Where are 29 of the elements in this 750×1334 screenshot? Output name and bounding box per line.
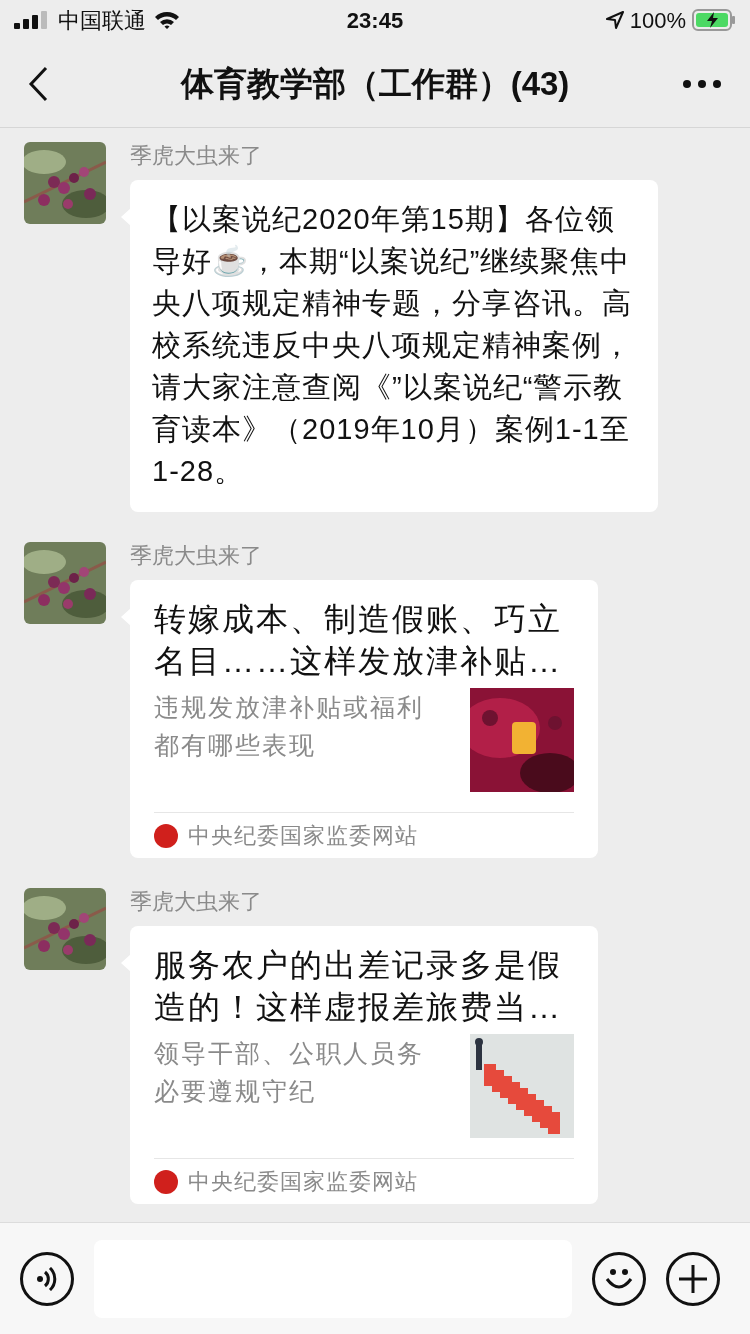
source-name: 中央纪委国家监委网站 [188, 1168, 418, 1196]
source-name: 中央纪委国家监委网站 [188, 822, 418, 850]
plus-icon [679, 1264, 707, 1293]
card-title: 服务农户的出差记录多是假造的！这样虚报差旅费当… [154, 946, 563, 1027]
emoji-button[interactable] [592, 1251, 646, 1306]
link-card[interactable]: 转嫁成本、制造假账、巧立名目……这样发放津补贴… 违规发放津补贴或福利都有哪些表现 中央纪委国家监委网站 [130, 580, 598, 858]
card-title: 转嫁成本、制造假账、巧立名目……这样发放津补贴… [154, 600, 563, 681]
sender-name: 季虎大虫来了 [130, 542, 262, 570]
add-button[interactable] [666, 1251, 720, 1306]
card-description: 领导干部、公职人员务必要遵规守纪 [154, 1038, 425, 1107]
battery-charging-icon [692, 9, 736, 31]
chat-title: 体育教学部（工作群）(43) [180, 63, 570, 104]
card-description: 违规发放津补贴或福利都有哪些表现 [154, 692, 425, 761]
back-icon [28, 65, 48, 102]
carrier-name: 中国联通 [58, 6, 146, 35]
voice-button[interactable] [20, 1251, 74, 1306]
wifi-icon [154, 10, 180, 30]
source-logo-icon [154, 1169, 178, 1194]
link-card[interactable]: 服务农户的出差记录多是假造的！这样虚报差旅费当… 领导干部、公职人员务必要遵规守纪 中央纪委国家监委网站 [130, 926, 598, 1204]
more-icon [683, 79, 721, 88]
source-logo-icon [154, 823, 178, 848]
signal-icon [14, 11, 50, 29]
sender-name: 季虎大虫来了 [130, 888, 262, 916]
voice-icon [36, 1266, 58, 1291]
battery-percent: 100% [629, 6, 686, 35]
status-time: 23:45 [346, 6, 404, 35]
sender-name: 季虎大虫来了 [130, 142, 262, 170]
message-bubble[interactable]: 【以案说纪2020年第15期】各位领导好☕，本期“以案说纪”继续聚焦中央八项规定精神专题，分享咨讯。高校系统违反中央八项规定精神案例，请大家注意查阅《”以案说纪“警示教育读本》（2019年10月）案例1-1至1-28。 [130, 180, 658, 512]
location-icon [605, 11, 624, 29]
